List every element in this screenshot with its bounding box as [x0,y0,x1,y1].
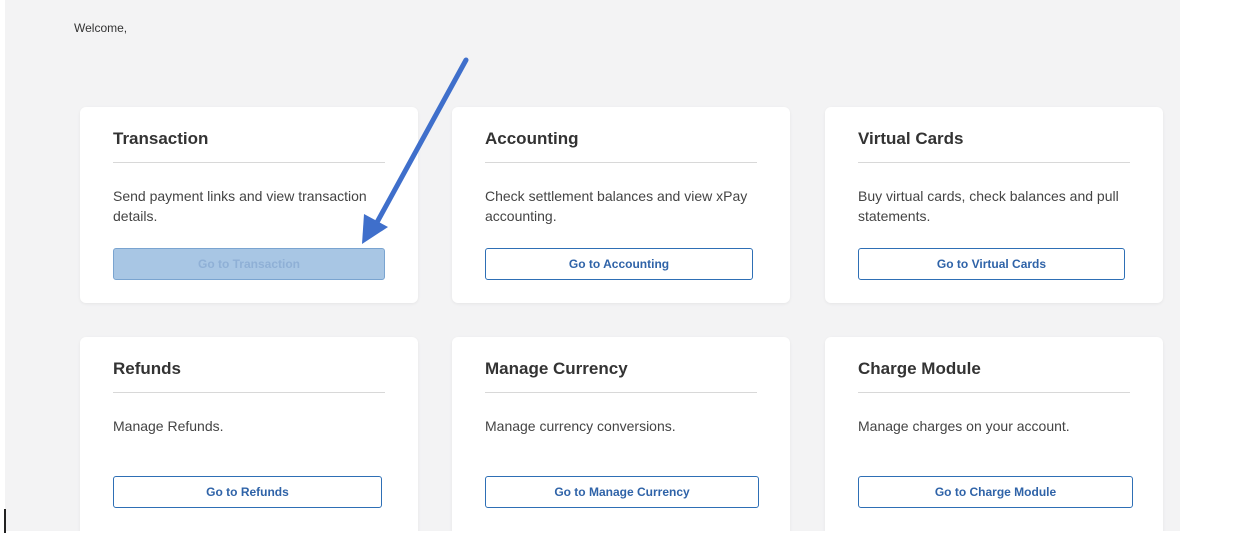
divider [485,162,757,163]
card-description: Buy virtual cards, check balances and pu… [858,188,1119,224]
card-description: Check settlement balances and view xPay … [485,188,748,224]
card-title: Charge Module [858,359,981,378]
text-cursor [4,509,6,533]
card-description: Manage Refunds. [113,418,224,434]
card-transaction: Transaction Send payment links and view … [80,107,418,303]
card-description: Manage charges on your account. [858,418,1070,434]
divider [858,162,1130,163]
go-to-refunds-button[interactable]: Go to Refunds [113,476,382,508]
dashboard-page: Welcome, Transaction Send payment links … [5,0,1180,531]
go-to-accounting-button[interactable]: Go to Accounting [485,248,753,280]
card-charge-module: Charge Module Manage charges on your acc… [825,337,1163,531]
card-virtual-cards: Virtual Cards Buy virtual cards, check b… [825,107,1163,303]
go-to-manage-currency-button[interactable]: Go to Manage Currency [485,476,759,508]
divider [113,162,385,163]
go-to-charge-module-button[interactable]: Go to Charge Module [858,476,1133,508]
divider [858,392,1130,393]
card-accounting: Accounting Check settlement balances and… [452,107,790,303]
card-title: Accounting [485,129,579,148]
divider [485,392,757,393]
card-manage-currency: Manage Currency Manage currency conversi… [452,337,790,531]
go-to-transaction-button[interactable]: Go to Transaction [113,248,385,280]
card-title: Refunds [113,359,181,378]
go-to-virtual-cards-button[interactable]: Go to Virtual Cards [858,248,1125,280]
welcome-text: Welcome, [74,21,128,35]
card-title: Virtual Cards [858,129,964,148]
divider [113,392,385,393]
card-description: Manage currency conversions. [485,418,676,434]
card-title: Transaction [113,129,209,148]
card-refunds: Refunds Manage Refunds. Go to Refunds [80,337,418,531]
card-description: Send payment links and view transaction … [113,188,367,224]
card-title: Manage Currency [485,359,628,378]
